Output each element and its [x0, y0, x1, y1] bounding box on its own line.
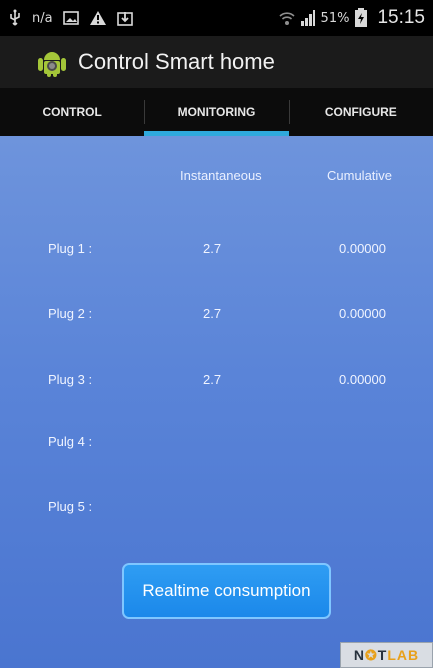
status-left: n/a	[8, 9, 133, 27]
instantaneous-value-plug-2: 2.7	[203, 306, 222, 321]
cumulative-value-plug-1: 0.00000	[339, 241, 386, 256]
image-icon	[62, 11, 79, 25]
tab-configure[interactable]: CONFIGURE	[288, 88, 433, 136]
row-label-plug-2: Plug 2 :	[48, 306, 93, 321]
row-label-plug-1: Plug 1 :	[48, 241, 93, 256]
row-label-plug-4: Pulg 4 :	[48, 434, 93, 449]
download-icon	[116, 10, 133, 26]
instantaneous-value-plug-3: 2.7	[203, 372, 222, 387]
watermark-lab: LAB	[387, 647, 420, 663]
signal-icon	[300, 9, 316, 27]
nitlab-watermark-logo: N ✪ T LAB	[340, 642, 433, 668]
row-label-plug-5: Plug 5 :	[48, 499, 93, 514]
tab-monitoring[interactable]: MONITORING	[144, 88, 289, 136]
header-instantaneous: Instantaneous	[180, 168, 262, 183]
realtime-consumption-button[interactable]: Realtime consumption	[122, 563, 331, 619]
row-label-plug-3: Plug 3 :	[48, 372, 93, 387]
watermark-letter-t: T	[377, 647, 388, 663]
warning-icon	[89, 10, 107, 26]
watermark-gear: ✪	[365, 646, 378, 663]
cumulative-value-plug-2: 0.00000	[339, 306, 386, 321]
app-title: Control Smart home	[78, 49, 275, 74]
status-bar: n/a 51% 15:15	[0, 0, 433, 36]
monitoring-panel: Instantaneous Cumulative Plug 1 : 2.7 0.…	[0, 136, 433, 668]
status-right: 51% 15:15	[278, 7, 425, 29]
android-icon	[38, 52, 66, 77]
instantaneous-value-plug-1: 2.7	[203, 241, 222, 256]
battery-icon	[354, 8, 368, 28]
tab-control[interactable]: CONTROL	[0, 88, 144, 136]
clock: 15:15	[377, 7, 425, 28]
cumulative-value-plug-3: 0.00000	[339, 372, 386, 387]
wifi-icon	[278, 10, 295, 26]
watermark-letter-n: N	[353, 647, 366, 663]
sim-status-text: n/a	[32, 10, 53, 26]
action-bar: Control Smart home	[0, 36, 433, 88]
usb-icon	[8, 9, 22, 27]
battery-percent: 51%	[320, 10, 350, 26]
header-cumulative: Cumulative	[327, 168, 393, 183]
tab-bar: CONTROL MONITORING CONFIGURE	[0, 88, 433, 136]
